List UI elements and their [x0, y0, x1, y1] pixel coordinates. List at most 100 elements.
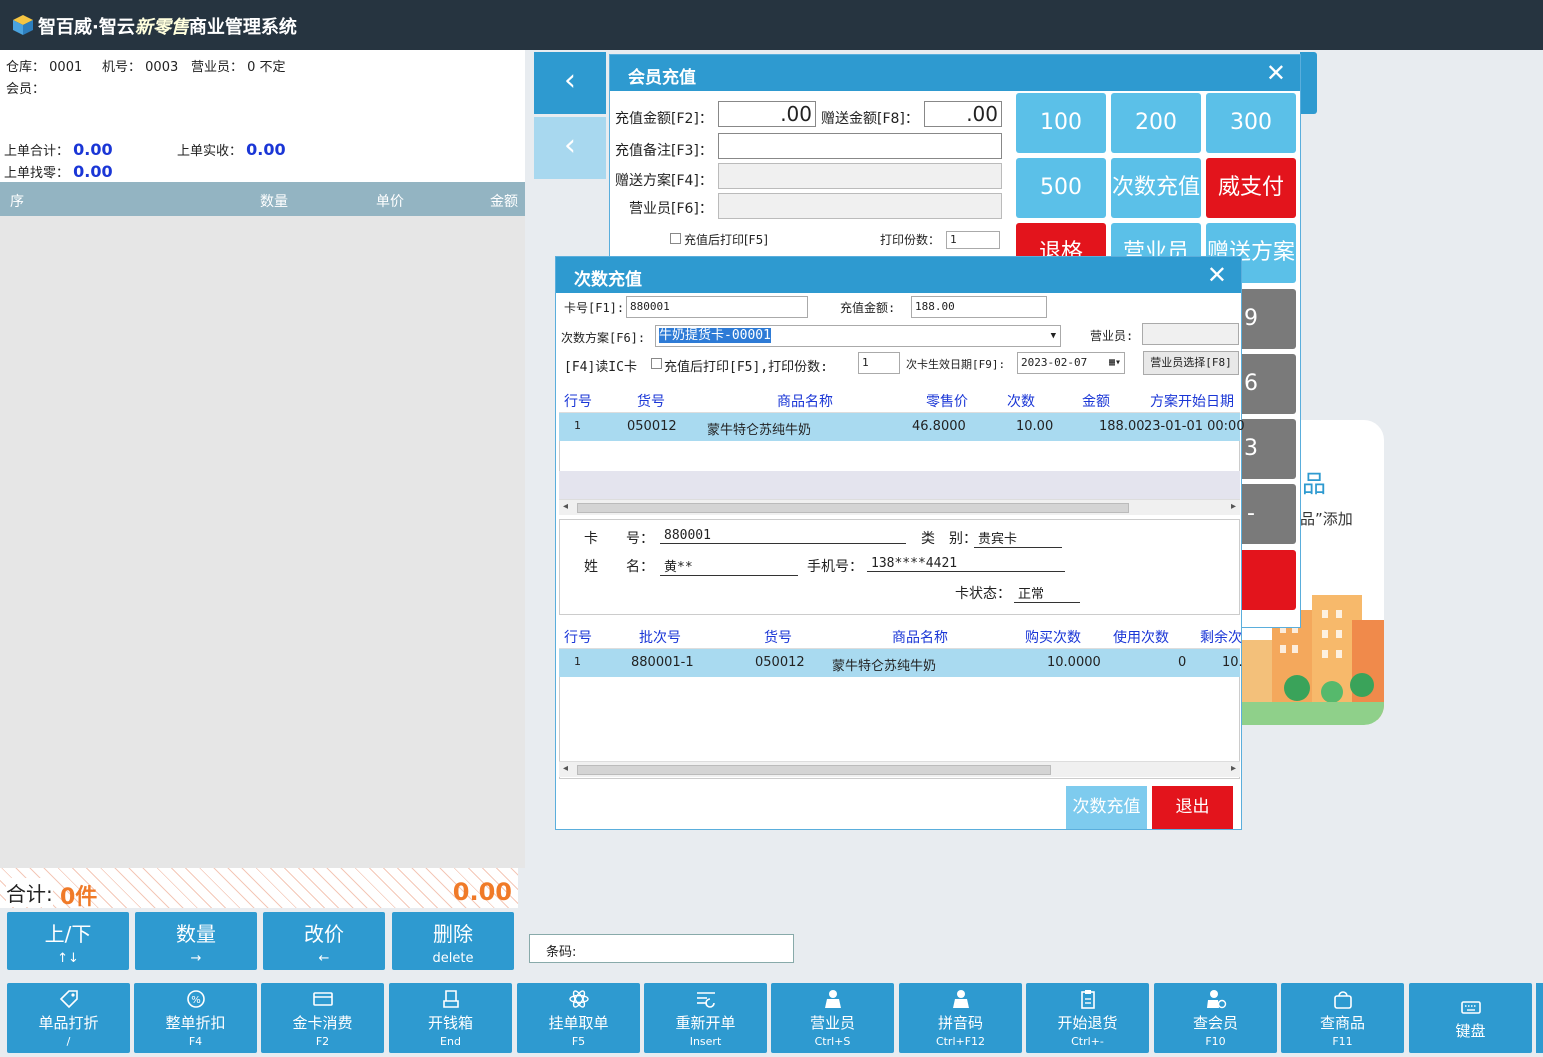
open-cashbox-button[interactable]: 开钱箱 End [389, 983, 512, 1053]
last-total-value: 0.00 [73, 140, 113, 159]
check-member-key: F10 [1205, 1035, 1226, 1048]
check-product-button[interactable]: 查商品 F11 [1281, 983, 1404, 1053]
prev-page-button-2[interactable]: ‹ [534, 117, 606, 179]
illus-sub: 品”添加 [1300, 510, 1353, 528]
history-table-row[interactable]: 1 880001-1 050012 蒙牛特仑苏纯牛奶 10.0000 0 10. [559, 649, 1243, 677]
wei-pay-key[interactable]: 威支付 [1206, 158, 1296, 218]
quantity-label: 数量 [176, 922, 216, 946]
times-print-after-checkbox[interactable] [651, 358, 662, 369]
item-discount-button[interactable]: 单品打折 / [7, 983, 130, 1053]
last-change-label: 上单找零： [4, 166, 70, 181]
function-bar: 单品打折 / % 整单折扣 F4 金卡消费 F2 开钱箱 End 挂单取单 F5… [0, 978, 1543, 1057]
copies-input[interactable]: 1 [946, 231, 1000, 249]
read-ic-card-button[interactable]: [F4]读IC卡 [564, 356, 637, 375]
times-recharge-confirm-button[interactable]: 次数充值 [1066, 786, 1147, 829]
hcol-remain-times: 剩余次 [1200, 630, 1242, 646]
plan-table-scrollbar[interactable]: ◂ ▸ [559, 499, 1240, 515]
hcol-item-name: 商品名称 [892, 630, 948, 646]
order-discount-button[interactable]: % 整单折扣 F4 [134, 983, 257, 1053]
clerk-select-button[interactable]: 营业员选择[F8] [1143, 351, 1239, 375]
app-title-tail: 商业管理系统 [188, 17, 297, 38]
remark-input[interactable] [718, 133, 1002, 159]
machine-line: 机号： 0003 [102, 56, 178, 75]
function-bar-overflow[interactable] [1536, 983, 1543, 1053]
quantity-button[interactable]: 数量 → [135, 912, 257, 970]
card-no-input[interactable]: 880001 [626, 296, 808, 318]
prev-page-button[interactable]: ‹ [534, 52, 606, 114]
key-300[interactable]: 300 [1206, 93, 1296, 153]
check-member-label: 查会员 [1192, 1014, 1238, 1032]
sales-grid-body[interactable] [0, 216, 525, 868]
key-100[interactable]: 100 [1016, 93, 1106, 153]
clerk-button[interactable]: 营业员 Ctrl+S [771, 983, 894, 1053]
info-phone-label: 手机号： [807, 559, 863, 575]
barcode-input[interactable]: 条码: [529, 934, 794, 963]
new-order-button[interactable]: 重新开单 Insert [644, 983, 767, 1053]
close-icon[interactable]: ✕ [1266, 59, 1286, 87]
hcell-buy-times: 10.0000 [1047, 655, 1101, 670]
gold-card-button[interactable]: 金卡消费 F2 [261, 983, 384, 1053]
remark-label: 充值备注[F3]： [615, 143, 713, 159]
hcol-buy-times: 购买次数 [1025, 630, 1081, 646]
recharge-clerk-label: 营业员[F6]： [629, 201, 713, 217]
col-item-name: 商品名称 [777, 394, 833, 410]
start-return-button[interactable]: 开始退货 Ctrl+- [1026, 983, 1149, 1053]
print-after-checkbox[interactable] [670, 233, 681, 244]
plan-table-row[interactable]: 1 050012 蒙牛特仑苏纯牛奶 46.8000 10.00 188.00 2… [559, 413, 1245, 441]
up-down-button[interactable]: 上/下 ↑↓ [7, 912, 129, 970]
chevron-left-icon: ‹ [564, 63, 576, 98]
recharge-clerk-input[interactable] [718, 193, 1002, 219]
scroll-left-icon[interactable]: ◂ [563, 501, 568, 512]
check-product-label: 查商品 [1319, 1014, 1365, 1032]
exit-button[interactable]: 退出 [1152, 786, 1233, 829]
key-500[interactable]: 500 [1016, 158, 1106, 218]
times-plan-select[interactable]: 牛奶提货卡-00001 ▼ [655, 325, 1061, 347]
keyboard-button[interactable]: 键盘 [1409, 983, 1532, 1053]
change-price-label: 改价 [304, 922, 344, 946]
side-tab[interactable] [1300, 52, 1317, 114]
order-discount-key: F4 [188, 1035, 203, 1048]
total-count: 0件 [60, 885, 98, 910]
col-seq: 序 [10, 194, 24, 210]
effective-date-picker[interactable]: 2023-02-07 ▦▾ [1017, 352, 1125, 374]
plan-table-header: 行号 货号 商品名称 零售价 次数 金额 方案开始日期 [559, 385, 1240, 413]
scroll-thumb[interactable] [577, 503, 1129, 513]
cube-logo-icon [13, 15, 33, 35]
item-discount-key: / [66, 1035, 71, 1048]
close-icon[interactable]: ✕ [1207, 261, 1227, 289]
times-amount-input[interactable]: 188.00 [911, 296, 1047, 318]
recharge-amount-input[interactable]: .00 [718, 101, 816, 127]
warehouse-value: 0001 [49, 60, 83, 75]
gift-plan-input[interactable] [718, 163, 1002, 189]
warehouse-label: 仓库： [6, 60, 46, 75]
hcell-remain-times: 10. [1222, 655, 1243, 670]
calendar-icon[interactable]: ▦▾ [1109, 353, 1121, 373]
key-200[interactable]: 200 [1111, 93, 1201, 153]
check-member-button[interactable]: 查会员 F10 [1154, 983, 1277, 1053]
times-recharge-key[interactable]: 次数充值 [1111, 158, 1201, 218]
times-title: 次数充值 [574, 270, 642, 290]
scroll-right-icon[interactable]: ▸ [1231, 501, 1236, 512]
clerk-value: 0 不定 [247, 60, 286, 75]
delete-button[interactable]: 删除 delete [392, 912, 514, 970]
gift-amount-input[interactable]: .00 [924, 101, 1002, 127]
card-icon [312, 989, 334, 1009]
tag-icon [58, 989, 80, 1009]
times-clerk-input[interactable] [1142, 323, 1239, 345]
info-type-label: 类 别： [921, 531, 977, 547]
scroll-left-icon[interactable]: ◂ [563, 763, 568, 774]
scroll-thumb[interactable] [577, 765, 1051, 775]
info-status-label: 卡状态： [955, 586, 1011, 602]
pinyin-button[interactable]: 拼音码 Ctrl+F12 [899, 983, 1022, 1053]
hcol-item-no: 货号 [764, 630, 792, 646]
hold-order-button[interactable]: 挂单取单 F5 [517, 983, 640, 1053]
change-price-button[interactable]: 改价 ← [263, 912, 385, 970]
pinyin-key: Ctrl+F12 [935, 1035, 986, 1048]
scroll-right-icon[interactable]: ▸ [1231, 763, 1236, 774]
total-label: 合计: [6, 878, 53, 907]
times-amount-label: 充值金额: [840, 301, 896, 315]
times-copies-input[interactable]: 1 [858, 352, 900, 374]
history-table-scrollbar[interactable]: ◂ ▸ [559, 761, 1240, 777]
col-item-no: 货号 [637, 394, 665, 410]
times-plan-label: 次数方案[F6]: [561, 331, 646, 345]
